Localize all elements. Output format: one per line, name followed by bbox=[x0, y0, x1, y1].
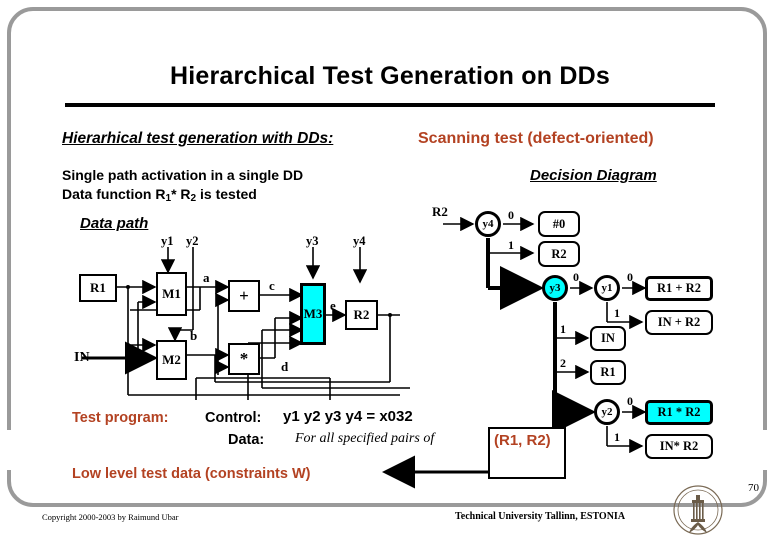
low-level-test-data-label: Low level test data (constraints W) bbox=[72, 466, 311, 482]
control-label: Control: bbox=[205, 410, 262, 426]
control-value: y1 y2 y3 y4 = x032 bbox=[283, 408, 413, 425]
pair-value: (R1, R2) bbox=[494, 432, 551, 449]
data-label: Data: bbox=[228, 432, 265, 448]
university-seal-icon bbox=[673, 485, 723, 535]
test-program-heading: Test program: bbox=[72, 410, 169, 426]
slide-number: 70 bbox=[748, 482, 759, 494]
data-value: For all specified pairs of bbox=[295, 431, 435, 446]
test-program-connectors bbox=[195, 377, 488, 489]
institution-text: Technical University Tallinn, ESTONIA bbox=[455, 511, 626, 522]
copyright-text: Copyright 2000-2003 by Raimund Ubar bbox=[42, 512, 179, 522]
